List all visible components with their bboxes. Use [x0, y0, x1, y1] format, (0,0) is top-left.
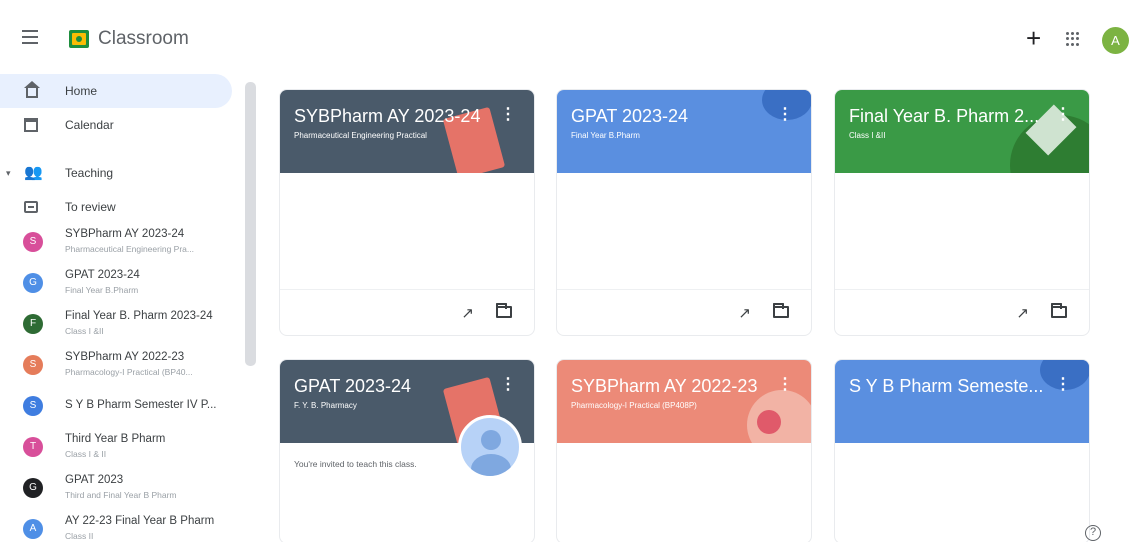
class-avatar: G — [23, 478, 43, 498]
calendar-icon — [24, 118, 38, 132]
class-subtitle: Pharmaceutical Engineering Pra... — [65, 244, 194, 254]
card-body — [280, 173, 534, 290]
teacher-avatar — [458, 415, 522, 479]
to-review-icon — [24, 201, 38, 213]
trending-icon[interactable]: ↗ — [738, 304, 751, 322]
sidebar-class-item[interactable]: A AY 22-23 Final Year B Pharm Class II — [0, 510, 240, 542]
help-icon[interactable]: ? — [1085, 525, 1101, 541]
card-title[interactable]: GPAT 2023-24 — [294, 376, 411, 397]
class-name: Third Year B Pharm — [65, 433, 166, 445]
sidebar-class-item[interactable]: G GPAT 2023 Third and Final Year B Pharm — [0, 469, 240, 508]
card-body — [835, 173, 1089, 290]
more-vert-icon[interactable]: ⋮ — [500, 374, 516, 394]
class-avatar: F — [23, 314, 43, 334]
class-name: AY 22-23 Final Year B Pharm — [65, 515, 215, 527]
more-vert-icon[interactable]: ⋮ — [777, 104, 793, 124]
sidebar-item-label: Teaching — [65, 166, 114, 180]
card-subtitle: Class I &II — [849, 131, 886, 140]
more-vert-icon[interactable]: ⋮ — [500, 104, 516, 124]
app-title[interactable]: Classroom — [98, 28, 189, 50]
class-card[interactable]: SYBPharm AY 2022-23 Pharmacology-I Practi… — [556, 359, 812, 542]
card-footer: ↗ — [557, 290, 811, 335]
class-name: SYBPharm AY 2022-23 — [65, 351, 185, 363]
class-name: GPAT 2023 — [65, 474, 124, 486]
card-title[interactable]: S Y B Pharm Semeste... — [849, 376, 1043, 397]
sidebar-class-item[interactable]: F Final Year B. Pharm 2023-24 Class I &II — [0, 305, 240, 344]
class-subtitle: Class II — [65, 531, 94, 541]
class-subtitle: Class I &II — [65, 326, 104, 336]
class-avatar: G — [23, 273, 43, 293]
card-body — [557, 173, 811, 290]
class-name: SYBPharm AY 2023-24 — [65, 228, 185, 240]
sidebar-item-home[interactable]: Home — [0, 74, 232, 108]
sidebar-scrollbar[interactable] — [245, 82, 256, 366]
class-avatar: S — [23, 355, 43, 375]
apps-grid-icon[interactable] — [1066, 32, 1080, 46]
class-subtitle: Final Year B.Pharm — [65, 285, 139, 295]
top-app-bar: Classroom + A — [0, 0, 1133, 72]
sidebar-class-item[interactable]: G GPAT 2023-24 Final Year B.Pharm — [0, 264, 240, 303]
class-subtitle: Class I & II — [65, 449, 107, 459]
class-card[interactable]: Final Year B. Pharm 2... Class I &II ⋮ ↗ — [834, 89, 1090, 336]
class-card[interactable]: GPAT 2023-24 F. Y. B. Pharmacy ⋮ You're inv… — [279, 359, 535, 542]
invite-text: You're invited to teach this class. — [294, 459, 417, 469]
card-header[interactable]: SYBPharm AY 2023-24 Pharmaceutical Engine… — [280, 90, 534, 173]
decor-shape — [757, 410, 781, 434]
teaching-people-icon: 👥 — [24, 164, 43, 181]
more-vert-icon[interactable]: ⋮ — [1055, 104, 1071, 124]
more-vert-icon[interactable]: ⋮ — [1055, 374, 1071, 394]
class-card[interactable]: GPAT 2023-24 Final Year B.Pharm ⋮ ↗ — [556, 89, 812, 336]
classroom-logo-icon[interactable] — [69, 30, 89, 48]
class-card[interactable]: SYBPharm AY 2023-24 Pharmaceutical Engine… — [279, 89, 535, 336]
folder-icon[interactable] — [496, 303, 512, 318]
trending-icon[interactable]: ↗ — [461, 304, 474, 322]
more-vert-icon[interactable]: ⋮ — [777, 374, 793, 394]
folder-icon[interactable] — [773, 303, 789, 318]
class-avatar: S — [23, 232, 43, 252]
sidebar-item-label: Calendar — [65, 118, 114, 132]
sidebar-class-item[interactable]: S SYBPharm AY 2023-24 Pharmaceutical Engin… — [0, 223, 240, 262]
sidebar: Home Calendar ▾ 👥 Teaching To review S SY… — [0, 72, 258, 542]
card-subtitle: F. Y. B. Pharmacy — [294, 401, 357, 410]
sidebar-item-label: To review — [65, 200, 116, 214]
card-header[interactable]: Final Year B. Pharm 2... Class I &II ⋮ — [835, 90, 1089, 173]
class-card[interactable]: S Y B Pharm Semeste... ⋮ — [834, 359, 1090, 542]
account-avatar[interactable]: A — [1102, 27, 1129, 54]
class-avatar: T — [23, 437, 43, 457]
class-avatar: A — [23, 519, 43, 539]
card-title[interactable]: SYBPharm AY 2022-23 — [571, 376, 757, 397]
card-footer: ↗ — [835, 290, 1089, 335]
card-footer: ↗ — [280, 290, 534, 335]
card-subtitle: Pharmaceutical Engineering Practical — [294, 131, 427, 140]
home-icon — [24, 81, 40, 98]
class-name: GPAT 2023-24 — [65, 269, 140, 281]
sidebar-class-item[interactable]: S SYBPharm AY 2022-23 Pharmacology-I Pract… — [0, 346, 240, 385]
class-name: S Y B Pharm Semester IV P... — [65, 399, 217, 411]
sidebar-item-teaching[interactable]: ▾ 👥 Teaching — [0, 156, 240, 190]
sidebar-item-calendar[interactable]: Calendar — [0, 108, 240, 142]
sidebar-item-label: Home — [65, 84, 98, 98]
class-subtitle: Third and Final Year B Pharm — [65, 490, 177, 500]
card-header[interactable]: S Y B Pharm Semeste... ⋮ — [835, 360, 1089, 443]
card-title[interactable]: GPAT 2023-24 — [571, 106, 688, 127]
card-header[interactable]: SYBPharm AY 2022-23 Pharmacology-I Practi… — [557, 360, 811, 443]
card-title[interactable]: Final Year B. Pharm 2... — [849, 106, 1039, 127]
class-subtitle: Pharmacology-I Practical (BP40... — [65, 367, 193, 377]
trending-icon[interactable]: ↗ — [1016, 304, 1029, 322]
card-subtitle: Pharmacology-I Practical (BP408P) — [571, 401, 697, 410]
card-title[interactable]: SYBPharm AY 2023-24 — [294, 106, 480, 127]
card-body — [835, 443, 1089, 542]
sidebar-item-to-review[interactable]: To review — [0, 190, 240, 224]
menu-icon[interactable] — [22, 30, 38, 44]
sidebar-class-item[interactable]: T Third Year B Pharm Class I & II — [0, 428, 240, 467]
expand-caret-icon[interactable]: ▾ — [6, 168, 11, 179]
sidebar-class-item[interactable]: S S Y B Pharm Semester IV P... — [0, 387, 240, 426]
class-name: Final Year B. Pharm 2023-24 — [65, 310, 213, 322]
card-body — [557, 443, 811, 542]
class-avatar: S — [23, 396, 43, 416]
card-header[interactable]: GPAT 2023-24 Final Year B.Pharm ⋮ — [557, 90, 811, 173]
folder-icon[interactable] — [1051, 303, 1067, 318]
card-subtitle: Final Year B.Pharm — [571, 131, 640, 140]
create-join-button[interactable]: + — [1026, 25, 1041, 51]
